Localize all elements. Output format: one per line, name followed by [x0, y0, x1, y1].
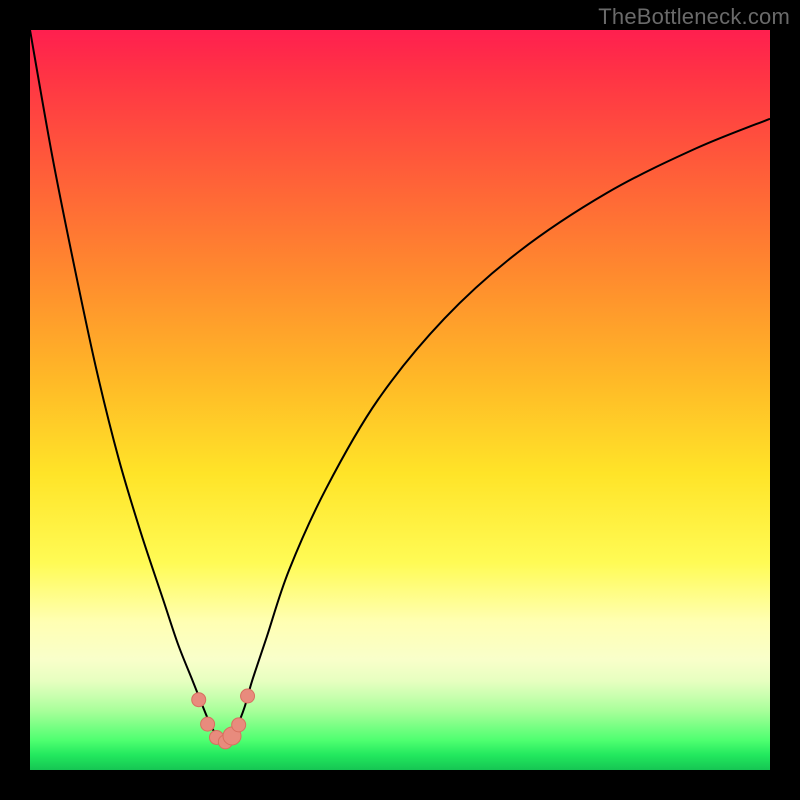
chart-frame: TheBottleneck.com: [0, 0, 800, 800]
curve-marker: [201, 717, 215, 731]
watermark-text: TheBottleneck.com: [598, 4, 790, 30]
curve-marker: [241, 689, 255, 703]
chart-svg: [30, 30, 770, 770]
marker-group: [192, 689, 255, 749]
plot-area: [30, 30, 770, 770]
bottleneck-curve: [30, 30, 770, 741]
curve-marker: [192, 693, 206, 707]
curve-marker: [232, 718, 246, 732]
